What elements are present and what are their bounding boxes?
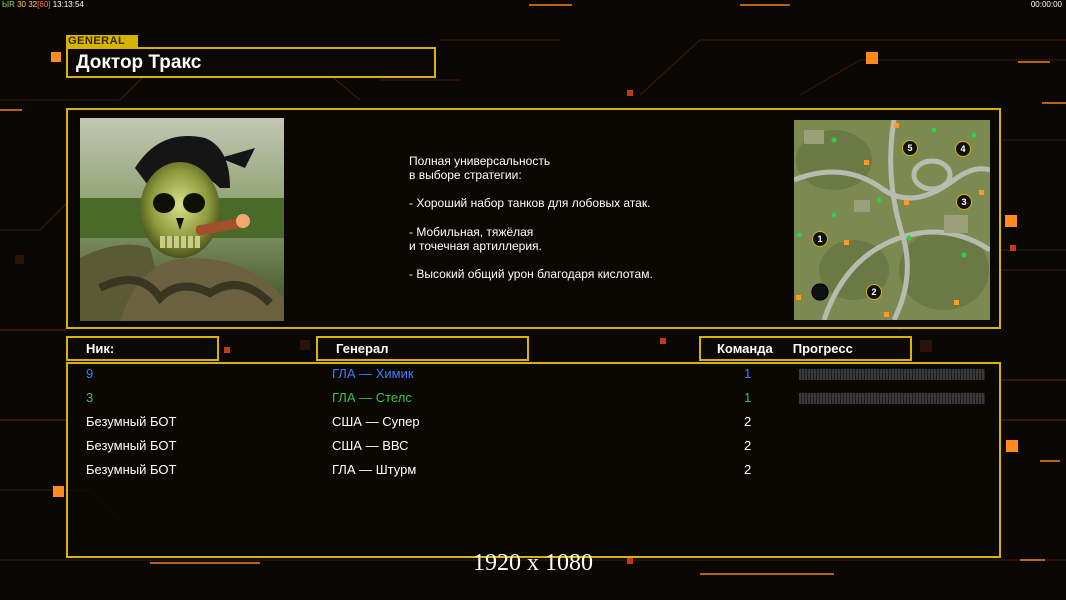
general-tag: GENERAL <box>66 35 138 47</box>
resolution-overlay: 1920 x 1080 <box>473 550 593 576</box>
player-nick: 3 <box>86 390 94 405</box>
player-general: США — Супер <box>332 414 420 429</box>
player-row: 3 ГЛА — Стелс 1 <box>0 386 1066 410</box>
progress-bar <box>799 369 985 380</box>
progress-bar <box>799 393 985 404</box>
start-position-2: 2 <box>871 287 876 297</box>
column-header-nick: Ник: <box>66 336 219 361</box>
general-portrait <box>80 118 284 321</box>
player-row: Безумный БОТ ГЛА — Штурм 2 <box>0 458 1066 482</box>
player-team: 2 <box>744 414 752 429</box>
hud-value-c: [60] <box>37 0 51 9</box>
start-positions: 1 2 3 4 5 <box>812 140 972 300</box>
column-header-team: Команда <box>717 341 773 356</box>
description-line: и точечная артиллерия. <box>409 238 542 253</box>
column-header-progress: Прогресс <box>792 341 853 356</box>
player-nick: Безумный БОТ <box>86 438 177 453</box>
player-nick: Безумный БОТ <box>86 462 177 477</box>
player-row: Безумный БОТ США — ВВС 2 <box>0 434 1066 458</box>
clock: 13:13:54 <box>52 0 84 9</box>
start-position-3: 3 <box>961 197 966 207</box>
start-position-4: 4 <box>960 144 965 154</box>
description-line: - Высокий общий урон благодаря кислотам. <box>409 267 653 282</box>
player-nick: 9 <box>86 366 94 381</box>
description-line: - Мобильная, тяжёлая <box>409 224 534 239</box>
start-position-1: 1 <box>817 234 822 244</box>
general-name: Доктор Тракс <box>66 47 436 78</box>
hud-value-b: 32 <box>28 0 38 9</box>
player-general: ГЛА — Штурм <box>332 462 417 477</box>
fps-counter: ЫR 30 32[60] 13:13:54 <box>2 0 84 9</box>
minimap: 1 2 3 4 5 <box>794 120 990 320</box>
player-team: 1 <box>744 390 752 405</box>
description-line: Полная универсальность <box>409 154 551 168</box>
general-description: Полная универсальность в выборе стратеги… <box>409 154 653 281</box>
start-position-5: 5 <box>907 143 912 153</box>
player-general: ГЛА — Химик <box>332 366 414 381</box>
portrait-image <box>80 118 284 321</box>
description-line: - Хороший набор танков для лобовых атак. <box>409 196 651 211</box>
column-header-general: Генерал <box>316 336 529 361</box>
hud-value-a: 30 <box>17 0 26 9</box>
player-team: 2 <box>744 462 752 477</box>
player-row: 9 ГЛА — Химик 1 <box>0 362 1066 386</box>
player-team: 1 <box>744 366 752 381</box>
player-nick: Безумный БОТ <box>86 414 177 429</box>
description-line: в выборе стратегии: <box>409 168 522 183</box>
player-general: США — ВВС <box>332 438 409 453</box>
player-general: ГЛА — Стелс <box>332 390 412 405</box>
hud-prefix: ЫR <box>2 0 15 9</box>
column-header-team-progress: Команда Прогресс <box>699 336 912 361</box>
player-row: Безумный БОТ США — Супер 2 <box>0 410 1066 434</box>
player-team: 2 <box>744 438 752 453</box>
game-timer: 00:00:00 <box>1030 0 1062 9</box>
